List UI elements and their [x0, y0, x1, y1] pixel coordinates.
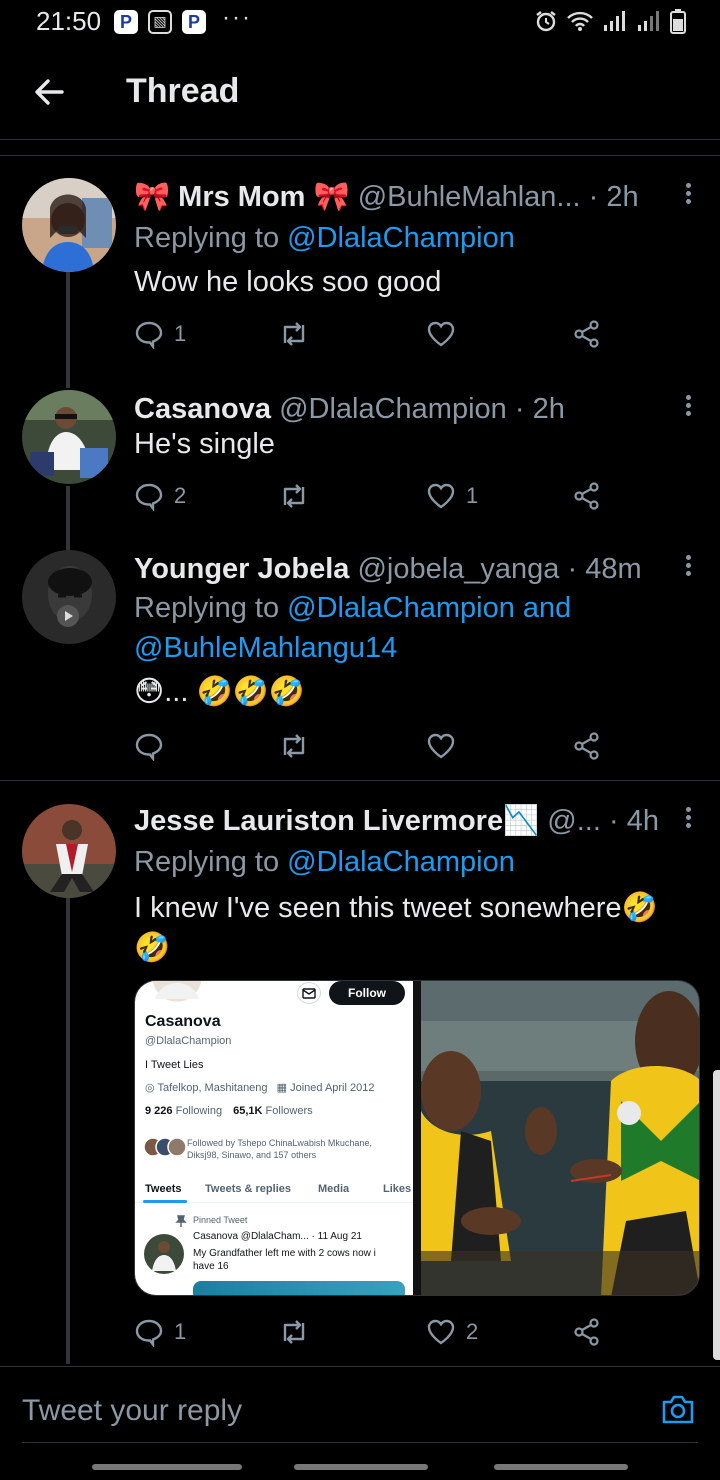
profile-tab: Media	[318, 1183, 350, 1195]
user-handle[interactable]: @...	[547, 805, 601, 837]
tweet[interactable]: Jesse Lauriston Livermore📉 @... · 4h Rep…	[0, 0, 720, 1360]
pinned-label: Pinned Tweet	[193, 1215, 248, 1225]
profile-meta: ◎ Tafelkop, Mashitaneng ▦ Joined April 2…	[145, 1081, 374, 1094]
profile-joined: Joined April 2012	[290, 1082, 375, 1094]
profile-stats: 9 226 Following 65,1K Followers	[145, 1105, 313, 1117]
tweet-header: Jesse Lauriston Livermore📉 @... · 4h	[134, 805, 659, 837]
display-name[interactable]: Jesse Lauriston Livermore📉	[134, 805, 539, 837]
pinned-media-preview	[193, 1281, 405, 1295]
mention-link[interactable]: @DlalaChampion	[287, 846, 515, 878]
like-count: 2	[466, 1319, 479, 1344]
tweet-text-line-2: 🤣	[134, 932, 171, 964]
tweet-actions: 1 2	[134, 1312, 634, 1352]
pin-icon	[175, 1215, 187, 1227]
followed-by: Followed by Tshepo ChinaLwabish Mkuchane…	[187, 1138, 372, 1160]
profile-tabs: Tweets Tweets & replies Media Likes	[135, 1179, 413, 1203]
avatar[interactable]	[22, 804, 116, 898]
share-icon	[574, 1318, 599, 1346]
profile-tab: Tweets	[145, 1183, 182, 1195]
retweet-icon	[283, 1320, 305, 1344]
profile-handle: @DlalaChampion	[145, 1035, 232, 1047]
divider	[22, 1442, 698, 1443]
profile-location: Tafelkop, Mashitaneng	[157, 1082, 268, 1094]
scroll-handle[interactable]	[713, 1070, 720, 1360]
nav-gesture-hint	[494, 1464, 628, 1470]
nav-gesture-hint	[92, 1464, 242, 1470]
nav-gesture-hint	[294, 1464, 428, 1470]
follower-avatars	[143, 1137, 187, 1157]
profile-tab: Likes	[383, 1183, 412, 1195]
camera-button[interactable]	[660, 1391, 696, 1427]
reply-button[interactable]: 1	[134, 1312, 186, 1352]
pinned-tweet-header: Casanova @DlalaCham... · 11 Aug 21	[193, 1231, 362, 1242]
follow-button: Follow	[329, 981, 405, 1005]
pinned-tweet-text: My Grandfather left me with 2 cows now i…	[193, 1248, 376, 1272]
location-icon: ◎	[145, 1082, 155, 1094]
profile-name: Casanova	[145, 1013, 221, 1030]
reply-input[interactable]: Tweet your reply	[22, 1391, 622, 1431]
profile-bio: I Tweet Lies	[145, 1059, 204, 1071]
tweet-media[interactable]: Follow Casanova @DlalaChampion I Tweet L…	[134, 980, 700, 1296]
retweet-button[interactable]	[278, 1312, 320, 1352]
more-options-icon[interactable]	[678, 804, 698, 834]
timestamp: 4h	[626, 805, 659, 837]
profile-tab: Tweets & replies	[205, 1183, 291, 1195]
heart-icon	[427, 1319, 455, 1345]
pinned-avatar	[144, 1234, 184, 1274]
reply-icon	[135, 1319, 163, 1347]
reply-count: 1	[174, 1319, 187, 1344]
replying-to: Replying to @DlalaChampion	[134, 846, 515, 878]
share-button[interactable]	[572, 1312, 602, 1352]
calendar-icon: ▦	[276, 1082, 288, 1094]
profile-screenshot-image[interactable]: Follow Casanova @DlalaChampion I Tweet L…	[135, 981, 413, 1295]
laughing-photo-image[interactable]	[421, 981, 699, 1295]
camera-icon	[662, 1395, 694, 1424]
tweet-text: I knew I've seen this tweet sonewhere🤣	[134, 892, 658, 924]
like-button[interactable]: 2	[426, 1312, 478, 1352]
message-icon	[297, 982, 321, 1004]
